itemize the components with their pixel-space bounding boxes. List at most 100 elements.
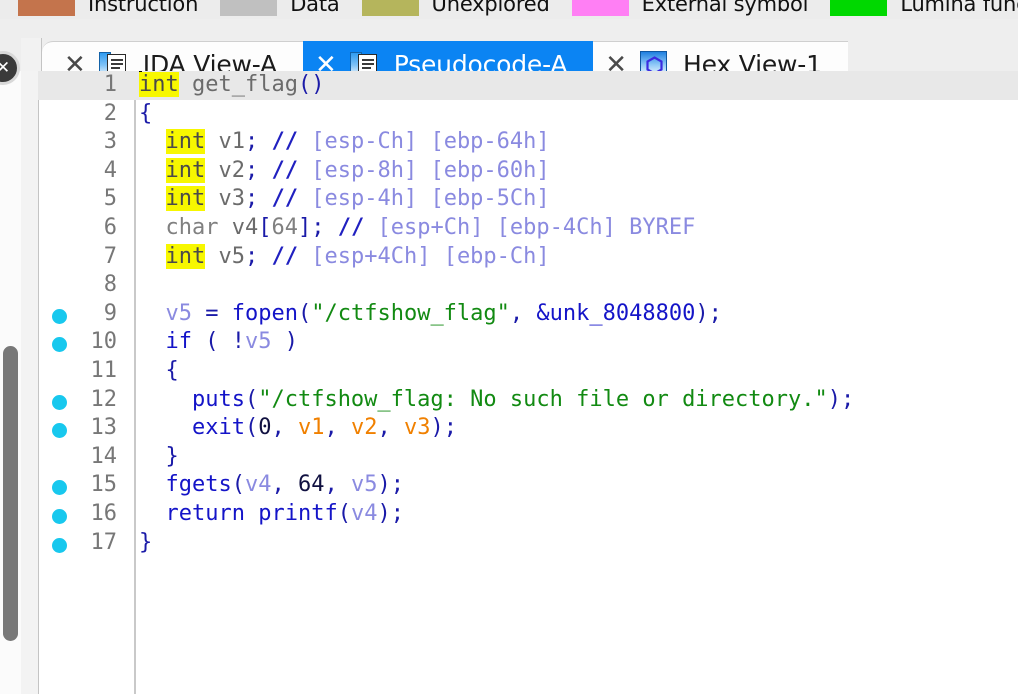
token-var: v5 — [165, 300, 193, 326]
vertical-scrollbar-thumb[interactable] — [3, 346, 18, 641]
token-str: "/ctfshow_flag" — [311, 300, 510, 326]
code-line-source: if ( !v5 ) — [139, 328, 298, 357]
token-var: v5 — [244, 329, 272, 355]
code-line[interactable]: 12 puts("/ctfshow_flag: No such file or … — [38, 386, 1018, 415]
code-line-source: fgets(v4, 64, v5); — [139, 471, 404, 500]
code-line-source: int get_flag() — [139, 71, 324, 100]
color-legend-bar: Instruction Data Unexplored External symbol… — [0, 0, 1018, 20]
token-fn: puts — [191, 386, 245, 412]
code-line[interactable]: 2{ — [38, 100, 1018, 129]
token-punc: ) — [271, 329, 298, 355]
legend-item: Instruction — [18, 0, 198, 16]
line-number: 9 — [103, 300, 117, 326]
token-type — [179, 72, 192, 97]
line-number: 6 — [103, 214, 117, 240]
token-kw: return — [165, 500, 245, 526]
token-id: v3 — [205, 186, 245, 212]
token-kw-hl: int — [165, 243, 206, 269]
line-number: 8 — [103, 272, 117, 298]
legend-item: Data — [220, 0, 340, 16]
token-kw-hl: int — [165, 129, 206, 155]
code-line[interactable]: 6 char v4[64]; // [esp+Ch] [ebp-4Ch] BYR… — [38, 214, 1018, 243]
token-cmt-slash: // — [271, 186, 299, 212]
token-kw-hl: int — [139, 72, 179, 97]
code-line[interactable]: 1 int get_flag() — [38, 71, 1018, 100]
token-punc: ; — [245, 243, 259, 269]
code-line-source: } — [139, 529, 152, 558]
code-line-source: puts("/ctfshow_flag: No such file or dir… — [139, 386, 854, 415]
line-number: 14 — [90, 443, 118, 469]
code-line[interactable]: 13 exit(0, v1, v2, v3); — [38, 414, 1018, 443]
code-line-source: { — [139, 357, 179, 386]
token-punc: , — [377, 415, 404, 441]
code-line[interactable]: 4 int v2; // [esp-8h] [ebp-60h] — [38, 157, 1018, 186]
token-cmt: [esp-8h] [ebp-60h] — [298, 157, 550, 183]
line-number: 11 — [90, 357, 118, 383]
legend-color-swatch — [220, 0, 278, 16]
code-line[interactable]: 14 } — [38, 443, 1018, 472]
token-punc: , — [271, 472, 298, 498]
line-number: 4 — [103, 157, 117, 183]
token-num: 0 — [258, 415, 272, 441]
code-line[interactable]: 3 int v1; // [esp-Ch] [ebp-64h] — [38, 128, 1018, 157]
code-line[interactable]: 5 int v3; // [esp-4h] [ebp-5Ch] — [38, 185, 1018, 214]
token-brace: { — [165, 357, 179, 383]
code-line[interactable]: 7 int v5; // [esp+4Ch] [ebp-Ch] — [38, 243, 1018, 272]
code-line-source: int v1; // [esp-Ch] [ebp-64h] — [139, 128, 550, 157]
token-cmt-slash: // — [271, 243, 299, 269]
code-line[interactable]: 15 fgets(v4, 64, v5); — [38, 471, 1018, 500]
token-warnvar: v2 — [350, 415, 378, 441]
token-num: 64 — [297, 472, 325, 498]
token-cmt-slash: // — [271, 129, 299, 155]
token-warnvar: v1 — [297, 415, 325, 441]
line-number: 17 — [90, 529, 118, 555]
code-line[interactable]: 10 if ( !v5 ) — [38, 328, 1018, 357]
token-punc: ); — [695, 300, 722, 326]
code-line[interactable]: 17} — [38, 529, 1018, 558]
legend-color-swatch — [18, 0, 75, 16]
token-punc: ( — [337, 500, 351, 526]
legend-label: Data — [290, 0, 340, 16]
code-line[interactable]: 11 { — [38, 357, 1018, 386]
code-line-source: v5 = fopen("/ctfshow_flag", &unk_8048800… — [139, 300, 722, 329]
token-id: get_flag — [192, 72, 298, 97]
line-number: 15 — [90, 472, 118, 498]
token-cmt: [esp-4h] [ebp-5Ch] — [298, 186, 550, 212]
line-number: 2 — [103, 100, 117, 126]
token-brace: } — [165, 443, 179, 469]
code-line-source: int v5; // [esp+4Ch] [ebp-Ch] — [139, 243, 550, 272]
token-punc: ); — [430, 415, 457, 441]
token-punc: ; — [245, 186, 259, 212]
breakpoint-gutter[interactable] — [21, 71, 39, 694]
token-id: v5 — [205, 243, 245, 269]
token-fn: fgets — [165, 472, 232, 498]
line-number: 1 — [103, 72, 117, 97]
token-id: v2 — [205, 157, 245, 183]
token-ref: &unk_8048800 — [536, 300, 696, 326]
legend-label: Lumina funct — [900, 0, 1018, 16]
token-type: 64 — [271, 214, 298, 240]
code-line[interactable]: 16 return printf(v4); — [38, 500, 1018, 529]
legend-color-swatch — [571, 0, 629, 16]
code-line-source: } — [139, 443, 179, 472]
token-punc: ( — [297, 300, 312, 326]
code-line[interactable]: 8 — [38, 271, 1018, 300]
token-punc: , — [509, 300, 537, 326]
token-punc: ( — [244, 415, 259, 441]
pseudocode-text[interactable]: 1 int get_flag() 2{3 int v1; // [esp-Ch] [… — [38, 71, 1018, 694]
line-number: 7 — [103, 243, 117, 269]
legend-color-swatch — [361, 0, 419, 16]
vertical-scrollbar[interactable] — [0, 71, 22, 694]
code-line[interactable]: 9 v5 = fopen("/ctfshow_flag", &unk_80488… — [38, 300, 1018, 329]
token-id: v1 — [205, 129, 245, 155]
